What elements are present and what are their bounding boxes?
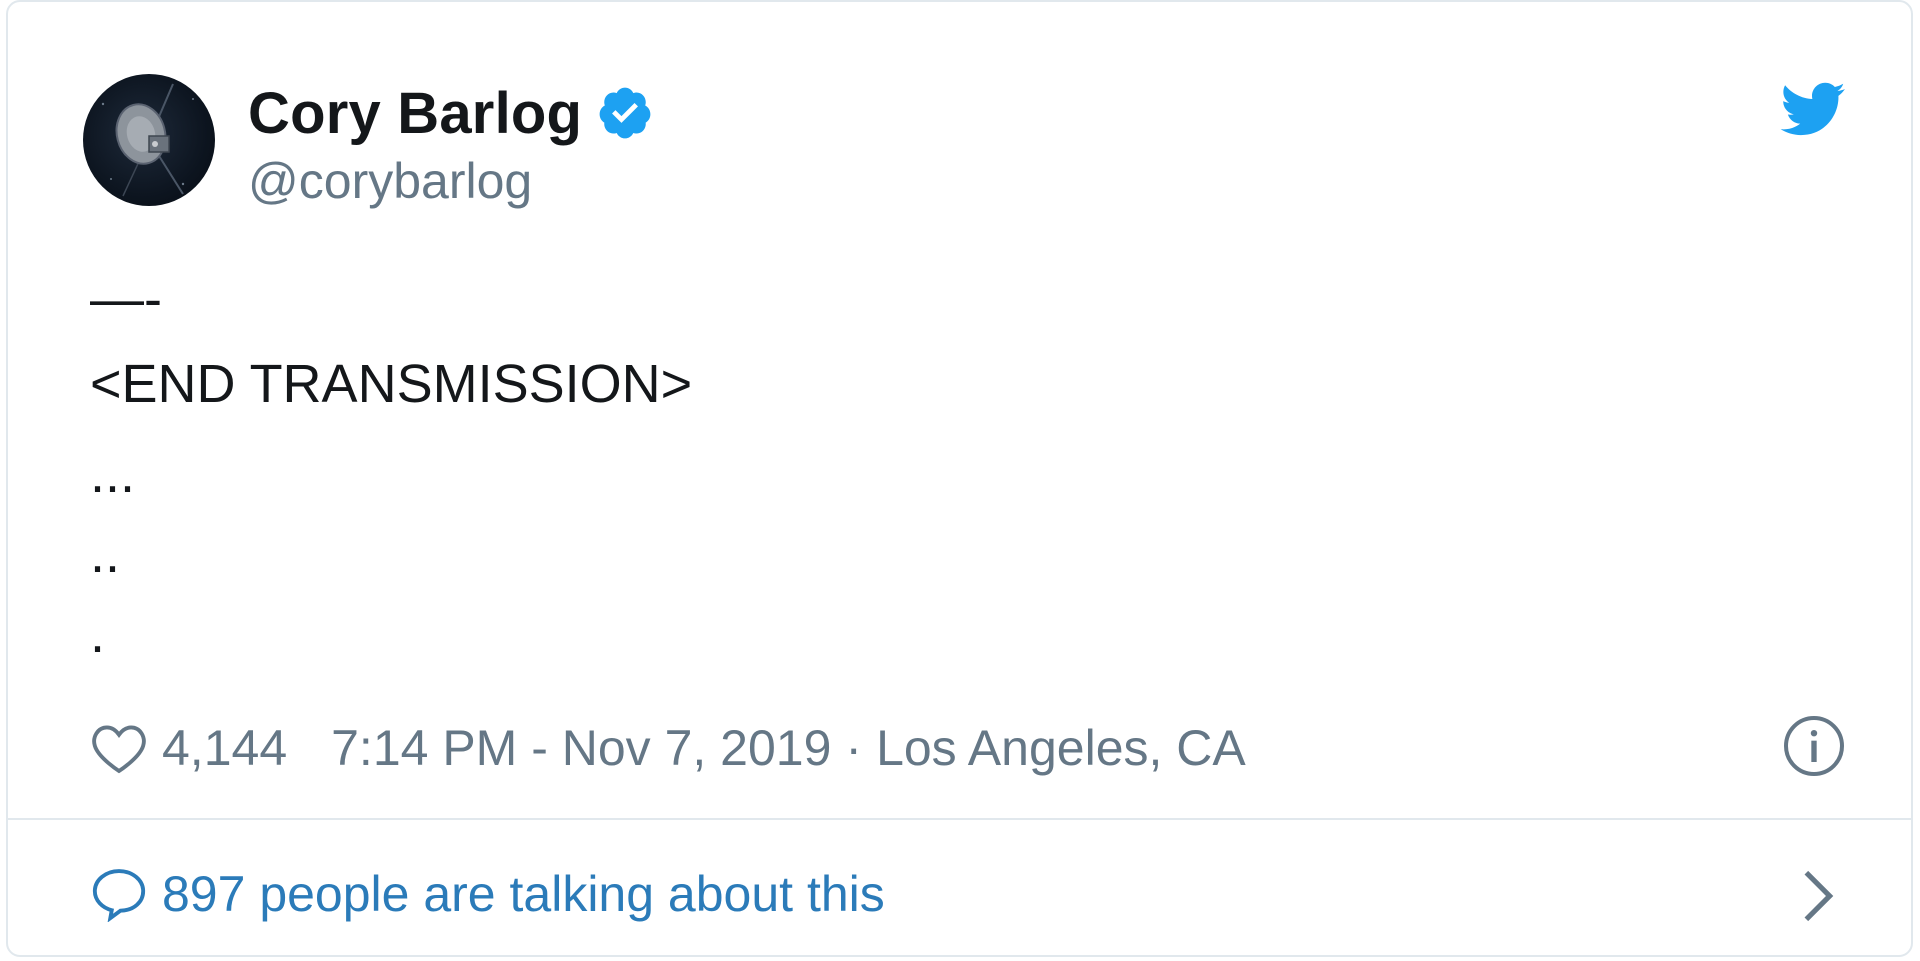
tweet-location[interactable]: Los Angeles, CA bbox=[876, 719, 1246, 777]
tweet-line: —- bbox=[90, 269, 162, 329]
author-handle[interactable]: @corybarlog bbox=[248, 152, 532, 210]
conversation-link[interactable]: 897 people are talking about this bbox=[90, 862, 885, 926]
tweet-line: <END TRANSMISSION> bbox=[90, 354, 693, 414]
chevron-right-icon[interactable] bbox=[1798, 868, 1838, 924]
twitter-bird-icon[interactable] bbox=[1778, 80, 1846, 138]
tweet-card[interactable]: Cory Barlog @corybarlog —- <END TRANSMIS… bbox=[6, 0, 1913, 957]
heart-icon[interactable] bbox=[90, 721, 148, 775]
tweet-line: .. bbox=[90, 524, 121, 584]
divider bbox=[8, 818, 1911, 820]
tweet-timestamp[interactable]: 7:14 PM - Nov 7, 2019 bbox=[331, 719, 831, 777]
like-count[interactable]: 4,144 bbox=[162, 719, 287, 777]
reply-bubble-icon bbox=[92, 869, 146, 922]
author-name-row[interactable]: Cory Barlog bbox=[248, 76, 654, 150]
tweet-line: ... bbox=[90, 444, 136, 504]
info-icon[interactable] bbox=[1782, 714, 1846, 778]
tweet-line: . bbox=[90, 604, 106, 664]
talking-about-text[interactable]: 897 people are talking about this bbox=[162, 865, 885, 923]
tweet-meta: 4,144 7:14 PM - Nov 7, 2019 · Los Angele… bbox=[90, 718, 1246, 778]
verified-badge-icon bbox=[599, 87, 651, 139]
author-display-name[interactable]: Cory Barlog bbox=[248, 80, 582, 147]
voyager-probe-avatar bbox=[101, 83, 194, 197]
avatar[interactable] bbox=[83, 74, 215, 206]
meta-separator: · bbox=[845, 720, 863, 776]
